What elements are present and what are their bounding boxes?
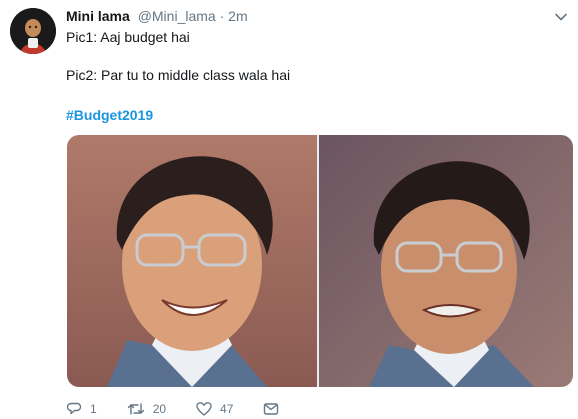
- reply-button[interactable]: 1: [66, 401, 97, 417]
- tweet-line-2: Pic2: Par tu to middle class wala hai: [66, 67, 291, 83]
- chevron-down-icon[interactable]: [554, 10, 568, 24]
- tweet-header: Mini lama @Mini_lama · 2m: [66, 6, 248, 26]
- reply-icon: [66, 402, 82, 415]
- user-handle[interactable]: @Mini_lama: [138, 8, 216, 24]
- heart-icon: [196, 402, 212, 416]
- reply-count: 1: [90, 402, 97, 416]
- like-button[interactable]: 47: [196, 401, 233, 417]
- display-name[interactable]: Mini lama: [66, 8, 130, 24]
- photo-2[interactable]: [319, 135, 573, 387]
- like-count: 47: [220, 402, 234, 416]
- media-grid: [67, 135, 573, 387]
- timestamp[interactable]: 2m: [228, 8, 247, 24]
- message-button[interactable]: [263, 401, 287, 417]
- separator: ·: [219, 8, 225, 24]
- hashtag-link[interactable]: #Budget2019: [66, 106, 290, 124]
- envelope-icon: [264, 403, 279, 415]
- tweet-text: Pic1: Aaj budget hai Pic2: Par tu to mid…: [66, 28, 290, 124]
- tweet-actions: 1 20 47: [66, 399, 317, 419]
- photo-1[interactable]: [67, 135, 317, 387]
- retweet-button[interactable]: 20: [127, 401, 166, 417]
- retweet-count: 20: [152, 402, 167, 416]
- tweet-card[interactable]: Mini lama @Mini_lama · 2m Pic1: Aaj budg…: [0, 0, 578, 416]
- retweet-icon: [127, 403, 144, 415]
- avatar[interactable]: [10, 8, 56, 54]
- tweet-line-1: Pic1: Aaj budget hai: [66, 29, 190, 45]
